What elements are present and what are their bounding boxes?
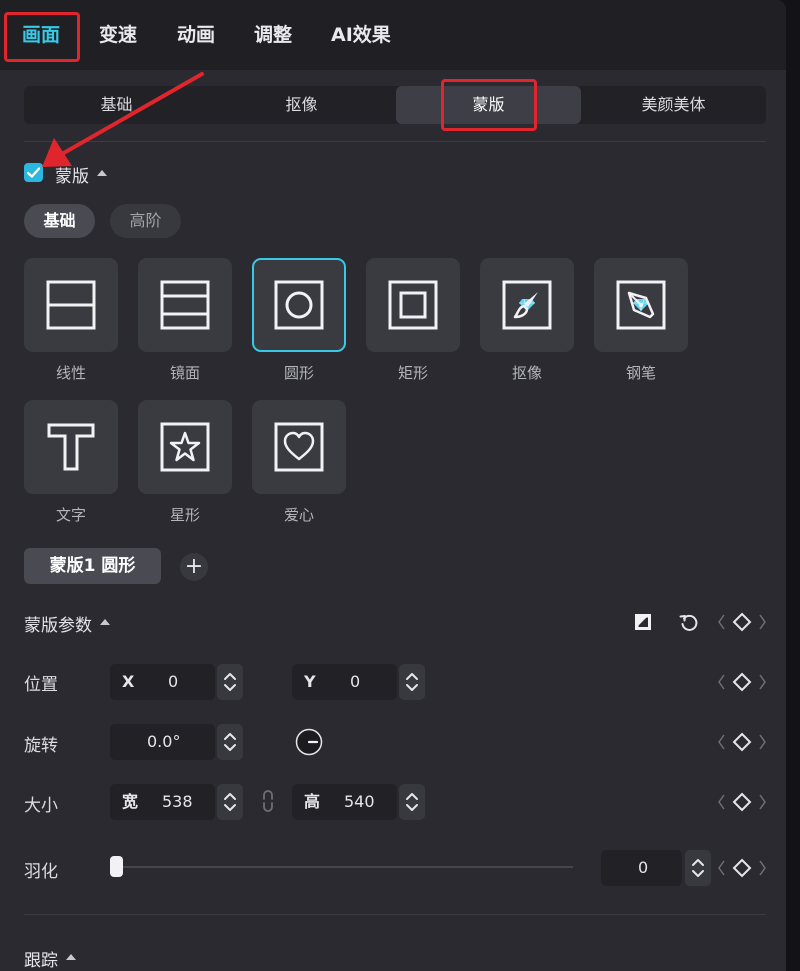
mask-pen-label: 钢笔 [625,364,656,382]
keyframe-icon[interactable] [716,857,768,879]
reset-icon[interactable] [678,612,700,634]
mask-linear-tile[interactable] [24,258,118,352]
rotation-stepper[interactable] [217,724,243,760]
mask-rectangle-tile[interactable] [366,258,460,352]
active-mask-chip[interactable]: 蒙版1 圆形 [24,548,161,584]
invert-mask-icon[interactable] [633,612,653,632]
size-height-value: 540 [344,792,375,811]
mask-star-label: 星形 [169,506,200,524]
feather-slider-track[interactable] [118,866,573,868]
size-width-value: 538 [162,792,193,811]
size-width-stepper[interactable] [217,784,243,820]
mask-text-label: 文字 [55,506,86,524]
feather-label: 羽化 [24,862,58,882]
mask-heart-label: 爱心 [283,506,314,524]
mask-circle-tile[interactable] [252,258,346,352]
mode-advanced-pill[interactable]: 高阶 [110,204,181,238]
mask-mirror-label: 镜面 [169,364,200,382]
circle-mask-icon [274,280,324,330]
feather-value: 0 [638,858,649,877]
mask-heart-tile[interactable] [252,400,346,494]
feather-slider-handle[interactable] [110,856,123,877]
mask-star-tile[interactable] [138,400,232,494]
feather-stepper[interactable] [685,850,711,886]
up-down-chevron-icon [224,733,236,751]
position-label: 位置 [24,675,58,695]
keyframe-icon[interactable] [716,731,768,753]
pen-mask-icon [616,280,666,330]
star-mask-icon [160,422,210,472]
rotation-value: 0.0° [147,732,181,751]
up-down-chevron-icon [692,859,704,877]
feather-field[interactable]: 0 [601,850,682,886]
mask-mirror-tile[interactable] [138,258,232,352]
heart-mask-icon [274,422,324,472]
tab-speed[interactable]: 变速 [99,20,137,50]
keyframe-icon[interactable] [716,611,768,633]
highlight-box-mask-subtab [441,79,537,131]
link-ratio-icon[interactable] [262,790,274,812]
add-mask-button[interactable]: + [180,553,208,581]
position-x-stepper[interactable] [217,664,243,700]
width-prefix: 宽 [122,792,139,811]
tab-animation[interactable]: 动画 [177,20,215,50]
text-mask-icon [47,423,95,471]
rotation-label: 旋转 [24,736,58,756]
rectangle-mask-icon [388,280,438,330]
mask-linear-label: 线性 [55,364,86,382]
height-prefix: 高 [304,792,321,811]
position-y-field[interactable]: Y 0 [292,664,397,700]
highlight-box-picture-tab [4,12,80,62]
mask-circle-label: 圆形 [283,364,314,382]
up-down-chevron-icon [406,673,418,691]
tab-adjust[interactable]: 调整 [254,20,292,50]
divider [24,914,766,915]
annotation-arrow [42,72,204,167]
mask-brush-label: 抠像 [511,364,542,382]
tab-ai-effects[interactable]: AI效果 [331,20,391,50]
position-x-field[interactable]: X 0 [110,664,215,700]
mode-basic-pill[interactable]: 基础 [24,204,95,238]
keyframe-icon[interactable] [716,671,768,693]
position-y-stepper[interactable] [399,664,425,700]
mask-text-tile[interactable] [24,400,118,494]
collapse-caret-icon[interactable] [66,954,76,960]
mirror-mask-icon [160,280,210,330]
keyframe-icon[interactable] [716,791,768,813]
y-prefix: Y [304,672,316,691]
size-height-field[interactable]: 高 540 [292,784,397,820]
mask-rectangle-label: 矩形 [397,364,428,382]
position-y-value: 0 [350,672,361,691]
size-width-field[interactable]: 宽 538 [110,784,215,820]
collapse-caret-icon[interactable] [100,619,110,625]
brush-mask-icon [502,280,552,330]
up-down-chevron-icon [406,793,418,811]
tracking-title: 跟踪 [24,951,58,971]
mask-params-title: 蒙版参数 [24,616,92,636]
size-label: 大小 [24,796,58,816]
mask-brush-tile[interactable] [480,258,574,352]
up-down-chevron-icon [224,673,236,691]
x-prefix: X [122,672,135,691]
subtab-beauty[interactable]: 美颜美体 [581,86,766,124]
subtab-cutout[interactable]: 抠像 [209,86,394,124]
up-down-chevron-icon [224,793,236,811]
rotation-dial[interactable] [295,728,323,756]
size-height-stepper[interactable] [399,784,425,820]
position-x-value: 0 [168,672,179,691]
mask-pen-tile[interactable] [594,258,688,352]
rotation-field[interactable]: 0.0° [110,724,215,760]
linear-mask-icon [46,280,96,330]
